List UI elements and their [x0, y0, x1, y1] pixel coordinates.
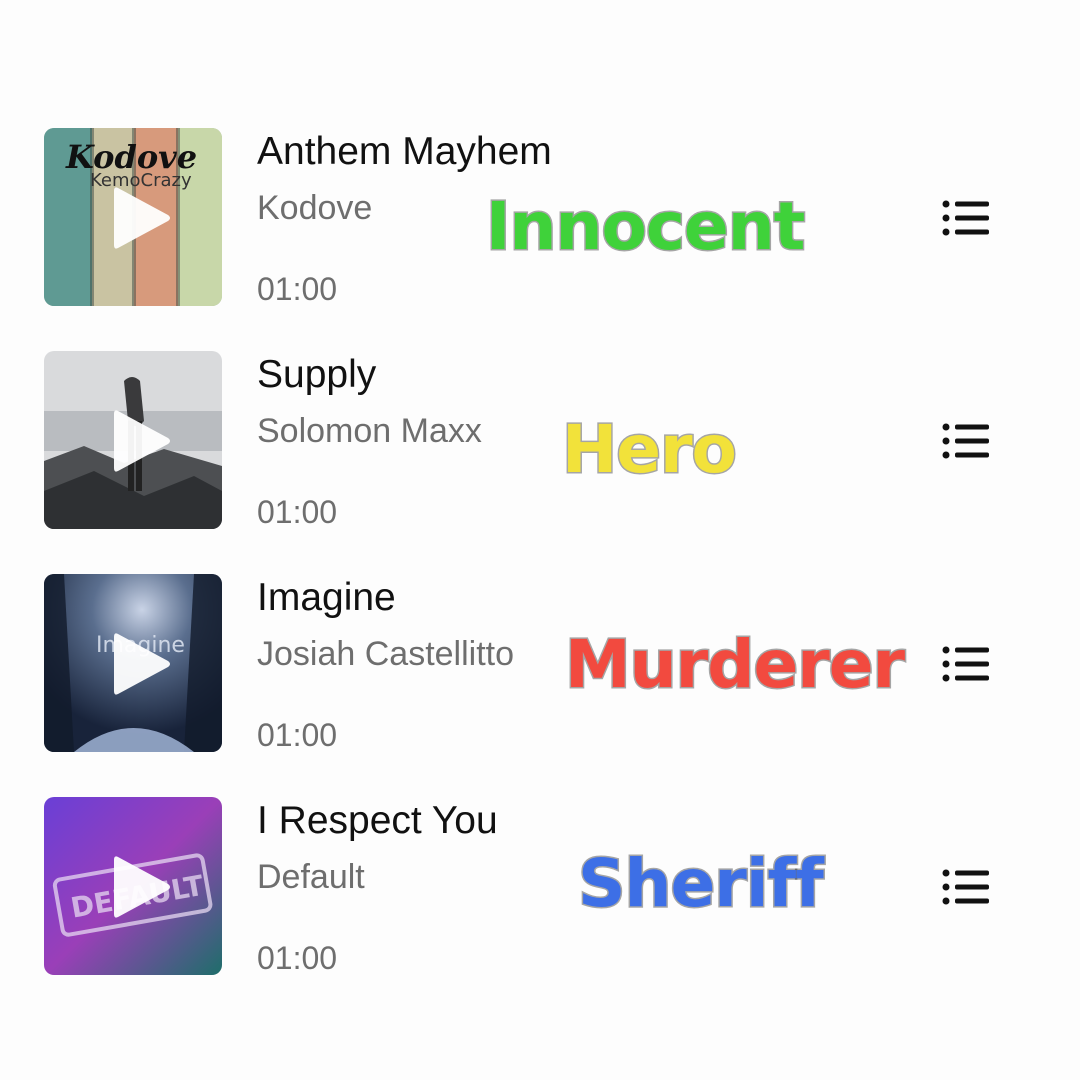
- track-row-anthem-mayhem[interactable]: Kodove KemoCrazy Anthem Mayhem Kodove 01…: [0, 128, 1080, 328]
- track-duration: 01:00: [257, 717, 338, 753]
- list-menu-icon[interactable]: [940, 421, 992, 461]
- track-duration: 01:00: [257, 271, 338, 307]
- role-label-sheriff: Sheriff: [577, 844, 826, 924]
- track-duration: 01:00: [257, 940, 338, 976]
- album-cover[interactable]: Imagine: [44, 574, 222, 752]
- track-artist: Solomon Maxx: [257, 412, 482, 450]
- role-label-innocent: Innocent: [484, 187, 806, 267]
- track-artist: Kodove: [257, 189, 373, 227]
- track-title: I Respect You: [257, 799, 498, 842]
- track-row-supply[interactable]: Supply Solomon Maxx 01:00 Hero: [0, 351, 1080, 551]
- album-cover[interactable]: [44, 351, 222, 529]
- track-row-imagine[interactable]: Imagine Imagine Josiah Castellitto 01:00…: [0, 574, 1080, 774]
- track-title: Anthem Mayhem: [257, 130, 552, 173]
- track-artist: Josiah Castellitto: [257, 635, 515, 673]
- role-label-hero: Hero: [561, 410, 739, 490]
- track-title: Supply: [257, 353, 377, 396]
- track-artist: Default: [257, 858, 365, 896]
- track-row-i-respect-you[interactable]: DEFAULT I Respect You Default 01:00 Sher…: [0, 797, 1080, 997]
- track-duration: 01:00: [257, 494, 338, 530]
- list-menu-icon[interactable]: [940, 198, 992, 238]
- play-icon[interactable]: [104, 628, 176, 700]
- play-icon[interactable]: [104, 182, 176, 254]
- role-label-murderer: Murderer: [563, 625, 906, 705]
- album-cover[interactable]: Kodove KemoCrazy: [44, 128, 222, 306]
- play-icon[interactable]: [104, 405, 176, 477]
- track-title: Imagine: [257, 576, 396, 619]
- play-icon[interactable]: [104, 851, 176, 923]
- list-menu-icon[interactable]: [940, 867, 992, 907]
- album-cover[interactable]: DEFAULT: [44, 797, 222, 975]
- list-menu-icon[interactable]: [940, 644, 992, 684]
- track-list-screen: Kodove KemoCrazy Anthem Mayhem Kodove 01…: [0, 0, 1080, 1080]
